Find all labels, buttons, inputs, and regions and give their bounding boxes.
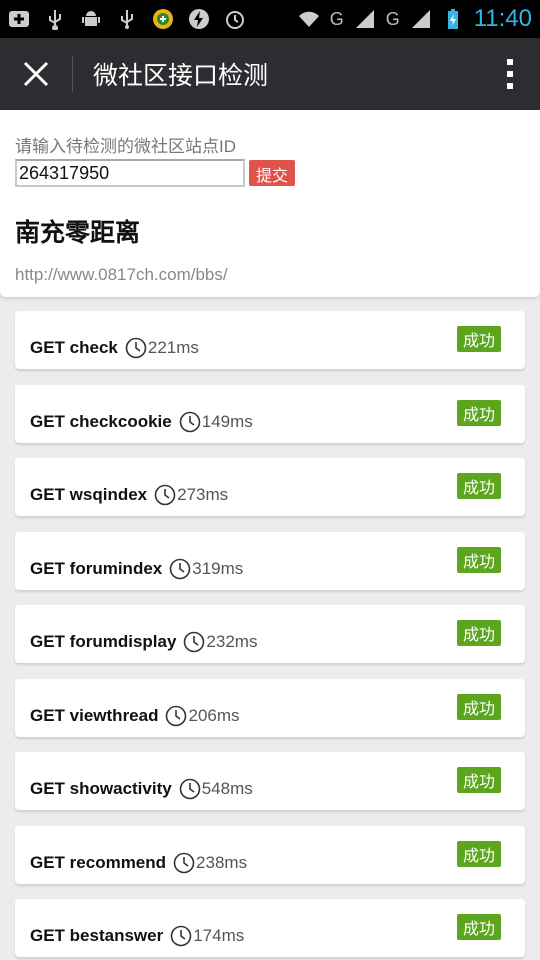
request-duration: 221ms [147,338,199,357]
clock-icon [179,411,201,432]
status-badge: 成功 [456,840,501,867]
site-panel: 请输入待检测的微社区站点ID 提交 南充零距离 http://www.0817c… [0,110,540,297]
clock-icon [166,705,187,726]
site-id-prompt: 请输入待检测的微社区站点ID [15,137,236,156]
wifi-icon [298,8,320,30]
request-label: GET wsqindex [30,485,148,504]
status-badge: 成功 [456,914,501,940]
site-url: http://www.0817ch.com/bbs/ [15,265,228,284]
page-title: 微社区接口检测 [93,61,269,90]
battery-charging-icon [442,8,464,30]
request-label: GET bestanswer [30,926,164,945]
android-debug-icon [80,8,102,30]
request-list: GET check 221ms 成功 GET checkcookie 149ms 成功 GE… [0,297,540,957]
request-duration: 319ms [192,558,244,578]
signal-icon-2 [410,8,432,30]
request-label: GET recommend [30,852,167,872]
status-badge: 成功 [456,473,501,499]
request-duration: 548ms [201,779,253,798]
status-badge: 成功 [456,326,501,352]
status-badge: 成功 [456,546,501,573]
request-item[interactable]: GET forumdisplay 232ms 成功 [15,605,525,663]
request-item[interactable]: GET viewthread 206ms 成功 [15,678,525,737]
request-item[interactable]: GET checkcookie 149ms 成功 [15,384,525,443]
request-duration: 174ms [193,926,245,945]
submit-button[interactable]: 提交 [249,160,296,186]
request-item[interactable]: GET showactivity 548ms 成功 [15,752,525,810]
request-item[interactable]: GET check 221ms 成功 [15,311,525,369]
request-item[interactable]: GET recommend 238ms 成功 [15,825,525,884]
title-bar: 微社区接口检测 [0,38,540,110]
status-badge: 成功 [456,767,501,793]
alarm-icon [224,8,246,30]
status-badge: 成功 [456,693,501,720]
site-name: 南充零距离 [15,218,141,247]
add-notification-icon [8,8,30,30]
clock-icon [173,852,195,873]
request-item[interactable]: GET wsqindex 273ms 成功 [15,458,525,516]
status-badge: 成功 [456,620,501,646]
clock-icon [125,337,147,359]
request-duration: 238ms [196,852,248,872]
site-id-input[interactable] [15,159,245,187]
more-options-button[interactable] [480,38,540,110]
request-label: GET forumdisplay [30,632,177,651]
clock-icon [169,558,191,579]
network-type-1: G [329,8,344,29]
status-badge: 成功 [456,399,501,426]
game-app-icon [152,8,174,30]
request-item[interactable]: GET forumindex 319ms 成功 [15,531,525,590]
status-time: 11:40 [473,5,532,32]
more-vertical-icon [507,59,513,89]
close-icon [23,61,49,87]
request-duration: 206ms [188,705,240,725]
close-button[interactable] [0,38,72,110]
usb-icon-2 [116,8,138,30]
status-bar: G G 11:40 [0,0,540,38]
site-id-form: 提交 [15,159,525,187]
request-item[interactable]: GET bestanswer 174ms 成功 [15,899,525,957]
clock-icon [170,925,192,947]
request-duration: 149ms [201,411,253,431]
request-label: GET showactivity [30,779,172,798]
flash-icon [188,8,210,30]
signal-icon-1 [354,8,376,30]
request-duration: 273ms [177,485,229,504]
clock-icon [184,631,205,653]
request-label: GET forumindex [30,558,163,578]
clock-icon [154,484,176,506]
request-duration: 232ms [206,632,258,651]
request-label: GET checkcookie [30,411,172,431]
clock-icon [179,778,201,800]
network-type-2: G [385,8,400,29]
request-label: GET viewthread [30,705,159,725]
usb-icon [44,8,66,30]
request-label: GET check [30,338,118,357]
title-divider [72,56,73,92]
